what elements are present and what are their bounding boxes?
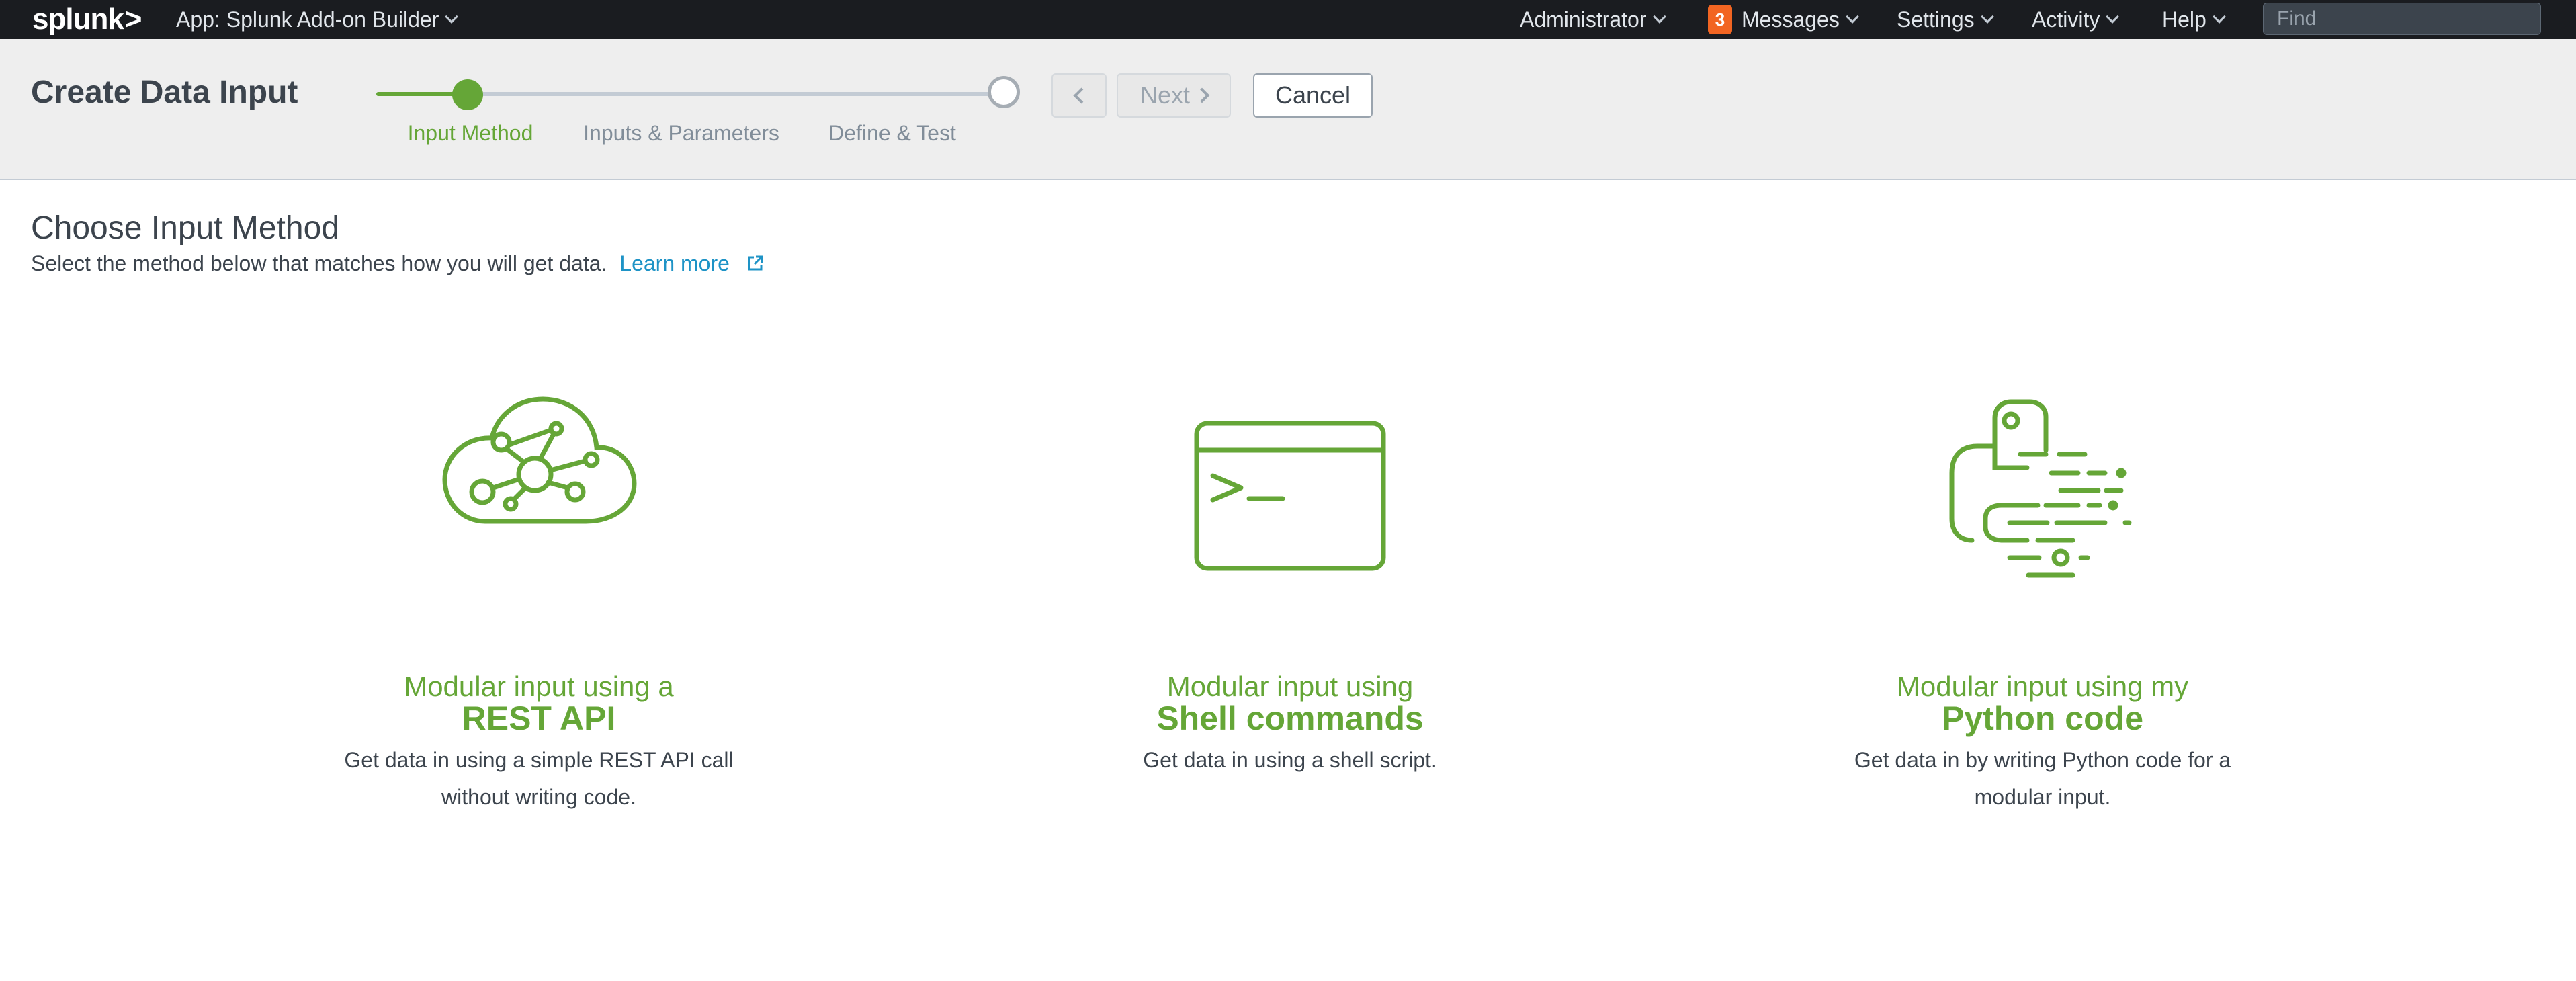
previous-button[interactable] <box>1051 73 1107 118</box>
card-description: Get data in by writing Python code for a… <box>1854 748 2231 809</box>
logo-mark: > <box>124 3 142 36</box>
chevron-down-icon <box>1845 10 1859 24</box>
chevron-down-icon <box>2106 10 2120 24</box>
chevron-down-icon <box>1980 10 1994 24</box>
messages-count-badge: 3 <box>1708 5 1732 34</box>
settings-menu-label: Settings <box>1897 7 1975 32</box>
app-menu[interactable]: App: Splunk Add-on Builder <box>176 0 459 39</box>
rest-api-input-card[interactable]: Modular input using a REST API Get data … <box>304 390 774 820</box>
user-menu[interactable]: Administrator <box>1520 0 1666 39</box>
settings-menu[interactable]: Settings <box>1897 0 1994 39</box>
chevron-left-icon <box>1072 87 1090 104</box>
user-menu-label: Administrator <box>1520 7 1647 32</box>
card-title-line1: Modular input using <box>1166 671 1414 702</box>
messages-menu-label: Messages <box>1742 7 1840 32</box>
wizard-header: Create Data Input Input Method Inputs & … <box>0 39 2576 180</box>
terminal-icon <box>1193 419 1387 577</box>
messages-menu[interactable]: 3 Messages <box>1708 0 1859 39</box>
chevron-right-icon <box>1194 87 1210 103</box>
help-menu-label: Help <box>2162 7 2206 32</box>
activity-menu[interactable]: Activity <box>2032 0 2120 39</box>
next-button-label: Next <box>1140 81 1191 109</box>
find-input[interactable] <box>2263 3 2541 35</box>
top-navigation-bar: splunk > App: Splunk Add-on Builder Admin… <box>0 0 2576 39</box>
card-title-line1: Modular input using a <box>404 671 674 702</box>
card-title-line2: REST API <box>462 699 616 737</box>
step-label-define-test: Define & Test <box>828 121 956 145</box>
card-description: Get data in using a simple REST API call… <box>344 748 734 809</box>
section-title: Choose Input Method <box>31 210 339 246</box>
cancel-button[interactable]: Cancel <box>1253 73 1373 118</box>
chevron-down-icon <box>445 10 459 24</box>
step-indicator-current <box>452 79 483 110</box>
help-menu[interactable]: Help <box>2162 0 2226 39</box>
step-indicator-final <box>988 76 1020 108</box>
card-description: Get data in using a shell script. <box>1143 748 1437 772</box>
python-code-input-card[interactable]: Modular input using my Python code Get d… <box>1807 390 2278 820</box>
cloud-network-icon <box>438 390 640 541</box>
activity-menu-label: Activity <box>2032 7 2100 32</box>
next-button[interactable]: Next <box>1117 73 1231 118</box>
step-label-input-method: Input Method <box>407 121 533 145</box>
page-title: Create Data Input <box>31 75 298 110</box>
section-description: Select the method below that matches how… <box>31 251 764 278</box>
card-title-line2: Python code <box>1941 699 2144 737</box>
learn-more-link[interactable]: Learn more <box>619 251 730 275</box>
python-icon <box>1945 398 2140 596</box>
description-text: Select the method below that matches how… <box>31 251 607 275</box>
external-link-icon[interactable] <box>746 253 764 278</box>
splunk-logo[interactable]: splunk > <box>32 0 142 39</box>
card-title-line1: Modular input using my <box>1896 671 2189 702</box>
logo-text: splunk <box>32 3 124 36</box>
shell-commands-input-card[interactable]: Modular input using Shell commands Get d… <box>1055 390 1525 820</box>
chevron-down-icon <box>2212 10 2226 24</box>
card-title-line2: Shell commands <box>1156 699 1424 737</box>
chevron-down-icon <box>1652 10 1666 24</box>
step-label-inputs-parameters: Inputs & Parameters <box>583 121 779 145</box>
app-menu-label: App: Splunk Add-on Builder <box>176 7 439 32</box>
